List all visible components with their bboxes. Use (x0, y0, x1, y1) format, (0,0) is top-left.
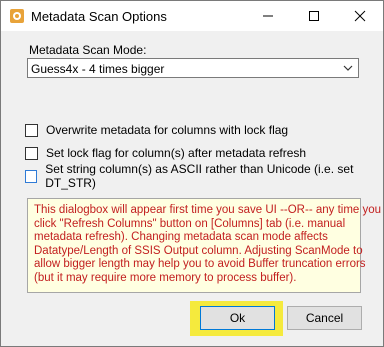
option-ascii-strings[interactable]: Set string column(s) as ASCII rather tha… (25, 162, 383, 190)
info-line: Datatype/Length of SSIS Output column. A… (34, 244, 363, 257)
option-set-lock-flag[interactable]: Set lock flag for column(s) after metada… (25, 145, 306, 161)
lock-flag-checkbox[interactable] (25, 146, 38, 160)
overwrite-label: Overwrite metadata for columns with lock… (46, 123, 289, 137)
gear-icon (10, 9, 24, 23)
info-message-box: This dialogbox will appear first time yo… (27, 198, 382, 293)
overwrite-checkbox[interactable] (25, 123, 38, 137)
scan-mode-selected: Guess4x - 4 times bigger (31, 62, 165, 76)
minimize-button[interactable] (245, 1, 291, 31)
ok-button[interactable]: Ok (200, 306, 275, 330)
lock-flag-label: Set lock flag for column(s) after metada… (46, 146, 307, 160)
dialog-window: Metadata Scan Options Metadata Scan Mode… (0, 0, 384, 347)
scan-mode-dropdown[interactable]: Guess4x - 4 times bigger (27, 58, 359, 78)
minimize-icon (263, 15, 273, 17)
title-bar[interactable]: Metadata Scan Options (1, 1, 383, 31)
scan-mode-label: Metadata Scan Mode: (29, 43, 147, 57)
close-button[interactable] (337, 1, 383, 31)
option-overwrite-locked[interactable]: Overwrite metadata for columns with lock… (25, 122, 288, 138)
chevron-down-icon (343, 65, 353, 71)
maximize-button[interactable] (291, 1, 337, 31)
info-line: click "Refresh Columns" button on [Colum… (34, 217, 346, 230)
info-line: allow bigger length may help you to avoi… (34, 258, 366, 271)
cancel-button[interactable]: Cancel (287, 306, 362, 330)
maximize-icon (309, 11, 319, 21)
window-title: Metadata Scan Options (31, 9, 167, 24)
info-line: metadata refresh). Changing metadata sca… (34, 231, 328, 244)
ascii-label: Set string column(s) as ASCII rather tha… (45, 162, 354, 190)
info-line: (but it may require more memory to proce… (34, 271, 297, 284)
info-line: This dialogbox will appear first time yo… (34, 204, 382, 216)
ascii-checkbox[interactable] (25, 169, 38, 183)
close-icon (354, 10, 366, 22)
